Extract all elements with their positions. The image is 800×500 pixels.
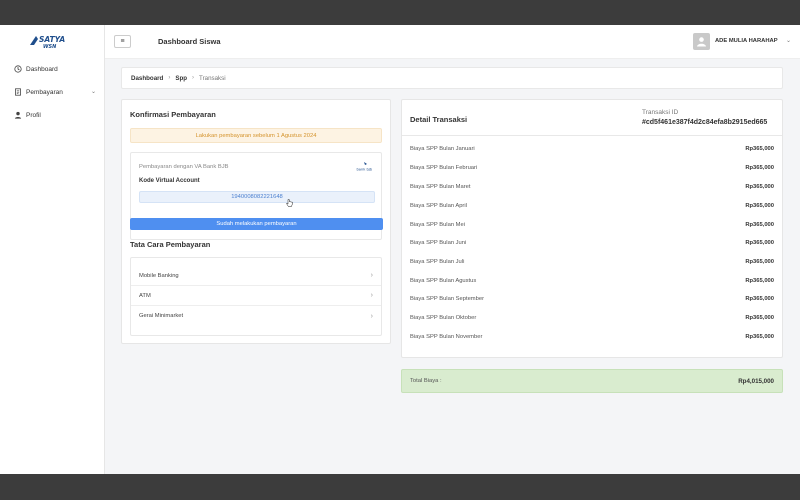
chevron-down-icon: ⌄ (90, 89, 96, 95)
user-avatar-icon (697, 37, 706, 47)
fee-label: Biaya SPP Bulan September (410, 296, 485, 302)
page-title: Dashboard Siswa (158, 37, 221, 46)
guide-item-label: Mobile Banking (139, 272, 179, 279)
fee-label: Biaya SPP Bulan Oktober (410, 315, 477, 321)
fee-label: Biaya SPP Bulan Februari (410, 165, 478, 171)
avatar[interactable] (693, 33, 710, 50)
breadcrumb-spp[interactable]: Spp (175, 75, 187, 82)
fee-label: Biaya SPP Bulan Agustus (410, 278, 477, 284)
svg-text:SATYA: SATYA (39, 35, 65, 44)
fee-row: Biaya SPP Bulan November Rp365,000 (410, 334, 774, 346)
breadcrumb: Dashboard › Spp › Transaksi (121, 67, 783, 89)
chevron-right-icon: › (192, 75, 195, 81)
va-bank-label: Pembayaran dengan VA Bank BJB (139, 164, 229, 170)
fee-amount: Rp365,000 (745, 259, 774, 265)
fee-label: Biaya SPP Bulan Mei (410, 222, 465, 228)
fee-amount: Rp365,000 (745, 240, 774, 246)
fee-row: Biaya SPP Bulan April Rp365,000 (410, 203, 774, 215)
clock-icon (14, 65, 22, 73)
fee-row: Biaya SPP Bulan Juni Rp365,000 (410, 240, 774, 252)
payment-confirmation-card: Konfirmasi Pembayaran Lakukan pembayaran… (121, 99, 391, 344)
fee-amount: Rp365,000 (745, 278, 774, 284)
total-cost-box: Total Biaya : Rp4,015,000 (401, 369, 783, 393)
screen-top-bar (0, 0, 800, 30)
breadcrumb-dashboard[interactable]: Dashboard (131, 75, 163, 82)
fee-row: Biaya SPP Bulan Mei Rp365,000 (410, 222, 774, 234)
fee-row: Biaya SPP Bulan Juli Rp365,000 (410, 259, 774, 271)
fee-row: Biaya SPP Bulan Januari Rp365,000 (410, 146, 774, 158)
top-header: ≡ Dashboard Siswa ADE MULIA HARAHAP ⌄ (105, 25, 800, 59)
receipt-icon (14, 88, 22, 96)
guide-item-mobile-banking[interactable]: Mobile Banking › (131, 266, 381, 286)
guide-item-label: ATM (139, 292, 151, 299)
pointer-cursor-icon (286, 199, 293, 207)
fee-label: Biaya SPP Bulan Januari (410, 146, 475, 152)
screen-bottom-bar (0, 474, 800, 500)
fee-amount: Rp365,000 (745, 334, 774, 340)
fee-amount: Rp365,000 (745, 165, 774, 171)
app-window: SATYA WSN Dashboard Pembayaran ⌄ Profil … (0, 25, 800, 474)
fee-row: Biaya SPP Bulan Agustus Rp365,000 (410, 278, 774, 290)
chevron-right-icon: › (370, 312, 373, 320)
fee-amount: Rp365,000 (745, 146, 774, 152)
breadcrumb-current: Transaksi (199, 74, 226, 82)
guide-item-minimarket[interactable]: Gerai Minimarket › (131, 306, 381, 326)
transaction-id-label: Transaksi ID (642, 109, 679, 116)
fee-row: Biaya SPP Bulan September Rp365,000 (410, 296, 774, 308)
hamburger-icon: ≡ (120, 38, 125, 45)
fee-amount: Rp365,000 (745, 184, 774, 190)
bank-bjb-logo: bank bjb (357, 162, 373, 172)
fee-label: Biaya SPP Bulan November (410, 334, 483, 340)
fee-row: Biaya SPP Bulan Oktober Rp365,000 (410, 315, 774, 327)
divider (402, 135, 782, 136)
total-amount: Rp4,015,000 (738, 378, 774, 385)
sidebar-item-profil[interactable]: Profil (14, 107, 94, 123)
chevron-right-icon: › (370, 292, 373, 299)
sidebar: SATYA WSN Dashboard Pembayaran ⌄ Profil (0, 25, 105, 474)
va-title: Kode Virtual Account (139, 178, 200, 184)
payment-done-button[interactable]: Sudah melakukan pembayaran (130, 218, 383, 230)
sidebar-item-dashboard[interactable]: Dashboard (14, 61, 94, 77)
fee-amount: Rp365,000 (745, 222, 774, 228)
transaction-detail-card: Detail Transaksi Transaksi ID #cd5f461e3… (401, 99, 783, 358)
fee-label: Biaya SPP Bulan Maret (410, 184, 471, 190)
detail-title: Detail Transaksi (410, 115, 468, 124)
satya-logo: SATYA WSN (30, 35, 65, 49)
total-label: Total Biaya : (410, 378, 442, 384)
fee-amount: Rp365,000 (745, 315, 774, 321)
transaction-id-value: #cd5f461e387f4d2c84efa8b2915ed665 (642, 119, 768, 126)
payment-guide-list: Mobile Banking › ATM › Gerai Minimarket … (130, 257, 382, 336)
guide-item-label: Gerai Minimarket (139, 313, 184, 319)
chevron-right-icon: › (370, 272, 373, 279)
sidebar-item-label: Dashboard (26, 65, 58, 73)
guide-item-atm[interactable]: ATM › (131, 286, 381, 306)
fee-label: Biaya SPP Bulan Juli (410, 259, 465, 265)
chevron-down-icon[interactable]: ⌄ (786, 37, 791, 44)
svg-text:bank bjb: bank bjb (357, 168, 373, 172)
sidebar-item-pembayaran[interactable]: Pembayaran ⌄ (14, 84, 96, 100)
payment-deadline-notice: Lakukan pembayaran sebelum 1 Agustus 202… (130, 128, 382, 143)
fee-amount: Rp365,000 (745, 203, 774, 209)
fee-row: Biaya SPP Bulan Februari Rp365,000 (410, 165, 774, 177)
fee-label: Biaya SPP Bulan Juni (410, 240, 467, 246)
user-icon (14, 111, 22, 119)
sidebar-item-label: Profil (26, 111, 41, 119)
payment-guide-title: Tata Cara Pembayaran (130, 240, 211, 249)
user-name[interactable]: ADE MULIA HARAHAP (715, 38, 778, 44)
va-number-field[interactable]: 1940008082221648 (139, 191, 375, 203)
menu-toggle-button[interactable]: ≡ (114, 35, 131, 48)
fee-amount: Rp365,000 (745, 296, 774, 302)
fee-label: Biaya SPP Bulan April (410, 203, 467, 209)
chevron-right-icon: › (168, 75, 171, 81)
fee-row: Biaya SPP Bulan Maret Rp365,000 (410, 184, 774, 196)
svg-text:WSN: WSN (43, 44, 57, 49)
sidebar-item-label: Pembayaran (26, 88, 63, 96)
confirmation-title: Konfirmasi Pembayaran (130, 110, 216, 119)
